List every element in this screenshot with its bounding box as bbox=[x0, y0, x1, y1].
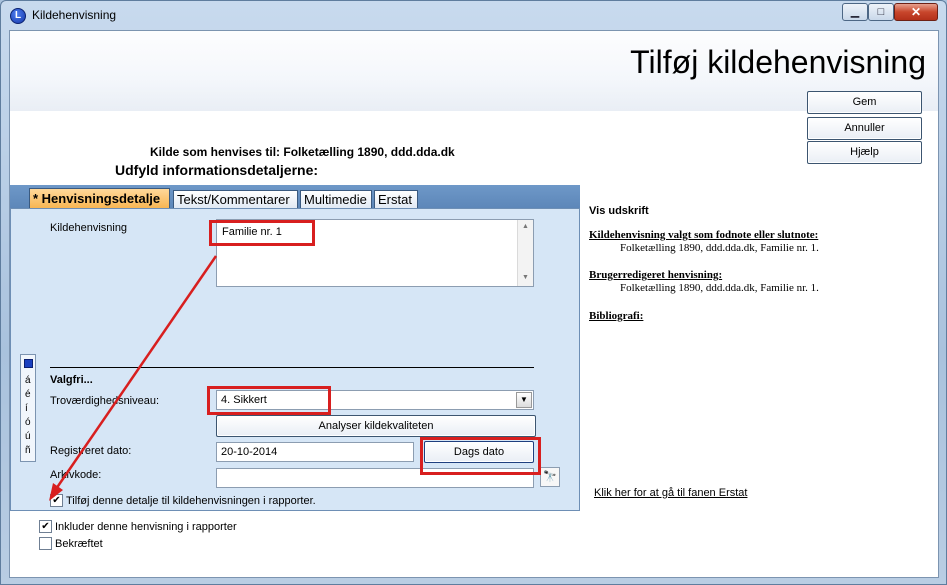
bibliography-heading: Bibliografi: bbox=[589, 310, 644, 322]
dialog-body: Tilføj kildehenvisning Gem Annuller Hjæl… bbox=[9, 30, 939, 578]
special-character-strip: á é í ó ú ñ bbox=[20, 354, 36, 462]
user-edited-heading: Brugerredigeret henvisning: bbox=[589, 269, 723, 281]
source-reference-label: Kilde som henvises til: Folketælling 189… bbox=[150, 145, 455, 159]
char-a-acute[interactable]: á bbox=[25, 375, 31, 386]
tab-replace[interactable]: Erstat bbox=[374, 190, 418, 209]
application-window: L Kildehenvisning ▁ □ ✕ Tilføj kildehenv… bbox=[0, 0, 947, 585]
binoculars-icon[interactable]: 🔭 bbox=[540, 467, 560, 487]
fill-details-heading: Udfyld informationsdetaljerne: bbox=[115, 162, 319, 178]
annotation-box-reference bbox=[209, 220, 315, 246]
recorded-date-label: Registreret dato: bbox=[50, 445, 132, 457]
window-title: Kildehenvisning bbox=[32, 8, 117, 22]
section-divider bbox=[50, 367, 534, 368]
app-logo-icon: L bbox=[10, 8, 26, 24]
user-edited-text: Folketælling 1890, ddd.dda.dk, Familie n… bbox=[620, 282, 819, 294]
add-detail-label: Tilføj denne detalje til kildehenvisning… bbox=[66, 495, 316, 507]
maximize-button[interactable]: □ bbox=[868, 3, 894, 21]
minimize-button[interactable]: ▁ bbox=[842, 3, 868, 21]
annotation-box-credibility bbox=[207, 386, 331, 415]
recorded-date-value: 20-10-2014 bbox=[221, 446, 278, 458]
annotation-box-today bbox=[420, 437, 541, 475]
char-u-acute[interactable]: ú bbox=[25, 431, 31, 442]
optional-heading: Valgfri... bbox=[50, 374, 93, 386]
include-in-reports-label: Inkluder denne henvisning i rapporter bbox=[55, 521, 237, 533]
tab-multimedia[interactable]: Multimedie bbox=[300, 190, 372, 209]
textarea-scrollbar[interactable]: ▲ ▼ bbox=[517, 220, 533, 286]
help-button[interactable]: Hjælp bbox=[807, 141, 922, 164]
title-bar[interactable]: L Kildehenvisning ▁ □ ✕ bbox=[1, 1, 946, 29]
footnote-heading: Kildehenvisning valgt som fodnote eller … bbox=[589, 229, 819, 241]
credibility-label: Troværdighedsniveau: bbox=[50, 395, 160, 407]
confirmed-checkbox[interactable] bbox=[39, 537, 52, 550]
character-palette-icon[interactable] bbox=[24, 359, 33, 368]
char-i-acute[interactable]: í bbox=[25, 403, 28, 414]
cancel-button[interactable]: Annuller bbox=[807, 117, 922, 140]
print-preview-heading: Vis udskrift bbox=[589, 205, 649, 217]
char-e-acute[interactable]: é bbox=[25, 389, 31, 400]
close-button[interactable]: ✕ bbox=[894, 3, 938, 21]
header-band: Tilføj kildehenvisning bbox=[10, 31, 938, 111]
tab-reference-detail[interactable]: * Henvisningsdetalje bbox=[29, 188, 170, 209]
analyze-quality-button[interactable]: Analyser kildekvaliteten bbox=[216, 415, 536, 437]
recorded-date-input[interactable]: 20-10-2014 bbox=[216, 442, 414, 462]
archive-code-label: Arkivkode: bbox=[50, 469, 102, 481]
scroll-down-icon[interactable]: ▼ bbox=[522, 274, 529, 281]
char-n-tilde[interactable]: ñ bbox=[25, 445, 31, 456]
chevron-down-icon[interactable]: ▼ bbox=[516, 392, 532, 408]
footnote-text: Folketælling 1890, ddd.dda.dk, Familie n… bbox=[620, 242, 819, 254]
page-title: Tilføj kildehenvisning bbox=[630, 44, 926, 80]
replace-tab-link[interactable]: Klik her for at gå til fanen Erstat bbox=[594, 487, 747, 499]
add-detail-checkbox[interactable]: ✔ bbox=[50, 494, 63, 507]
include-in-reports-checkbox[interactable]: ✔ bbox=[39, 520, 52, 533]
tab-text-comments[interactable]: Tekst/Kommentarer bbox=[173, 190, 298, 209]
char-o-acute[interactable]: ó bbox=[25, 417, 31, 428]
save-button[interactable]: Gem bbox=[807, 91, 922, 114]
source-reference-field-label: Kildehenvisning bbox=[50, 222, 128, 234]
confirmed-label: Bekræftet bbox=[55, 538, 103, 550]
scroll-up-icon[interactable]: ▲ bbox=[522, 223, 529, 230]
